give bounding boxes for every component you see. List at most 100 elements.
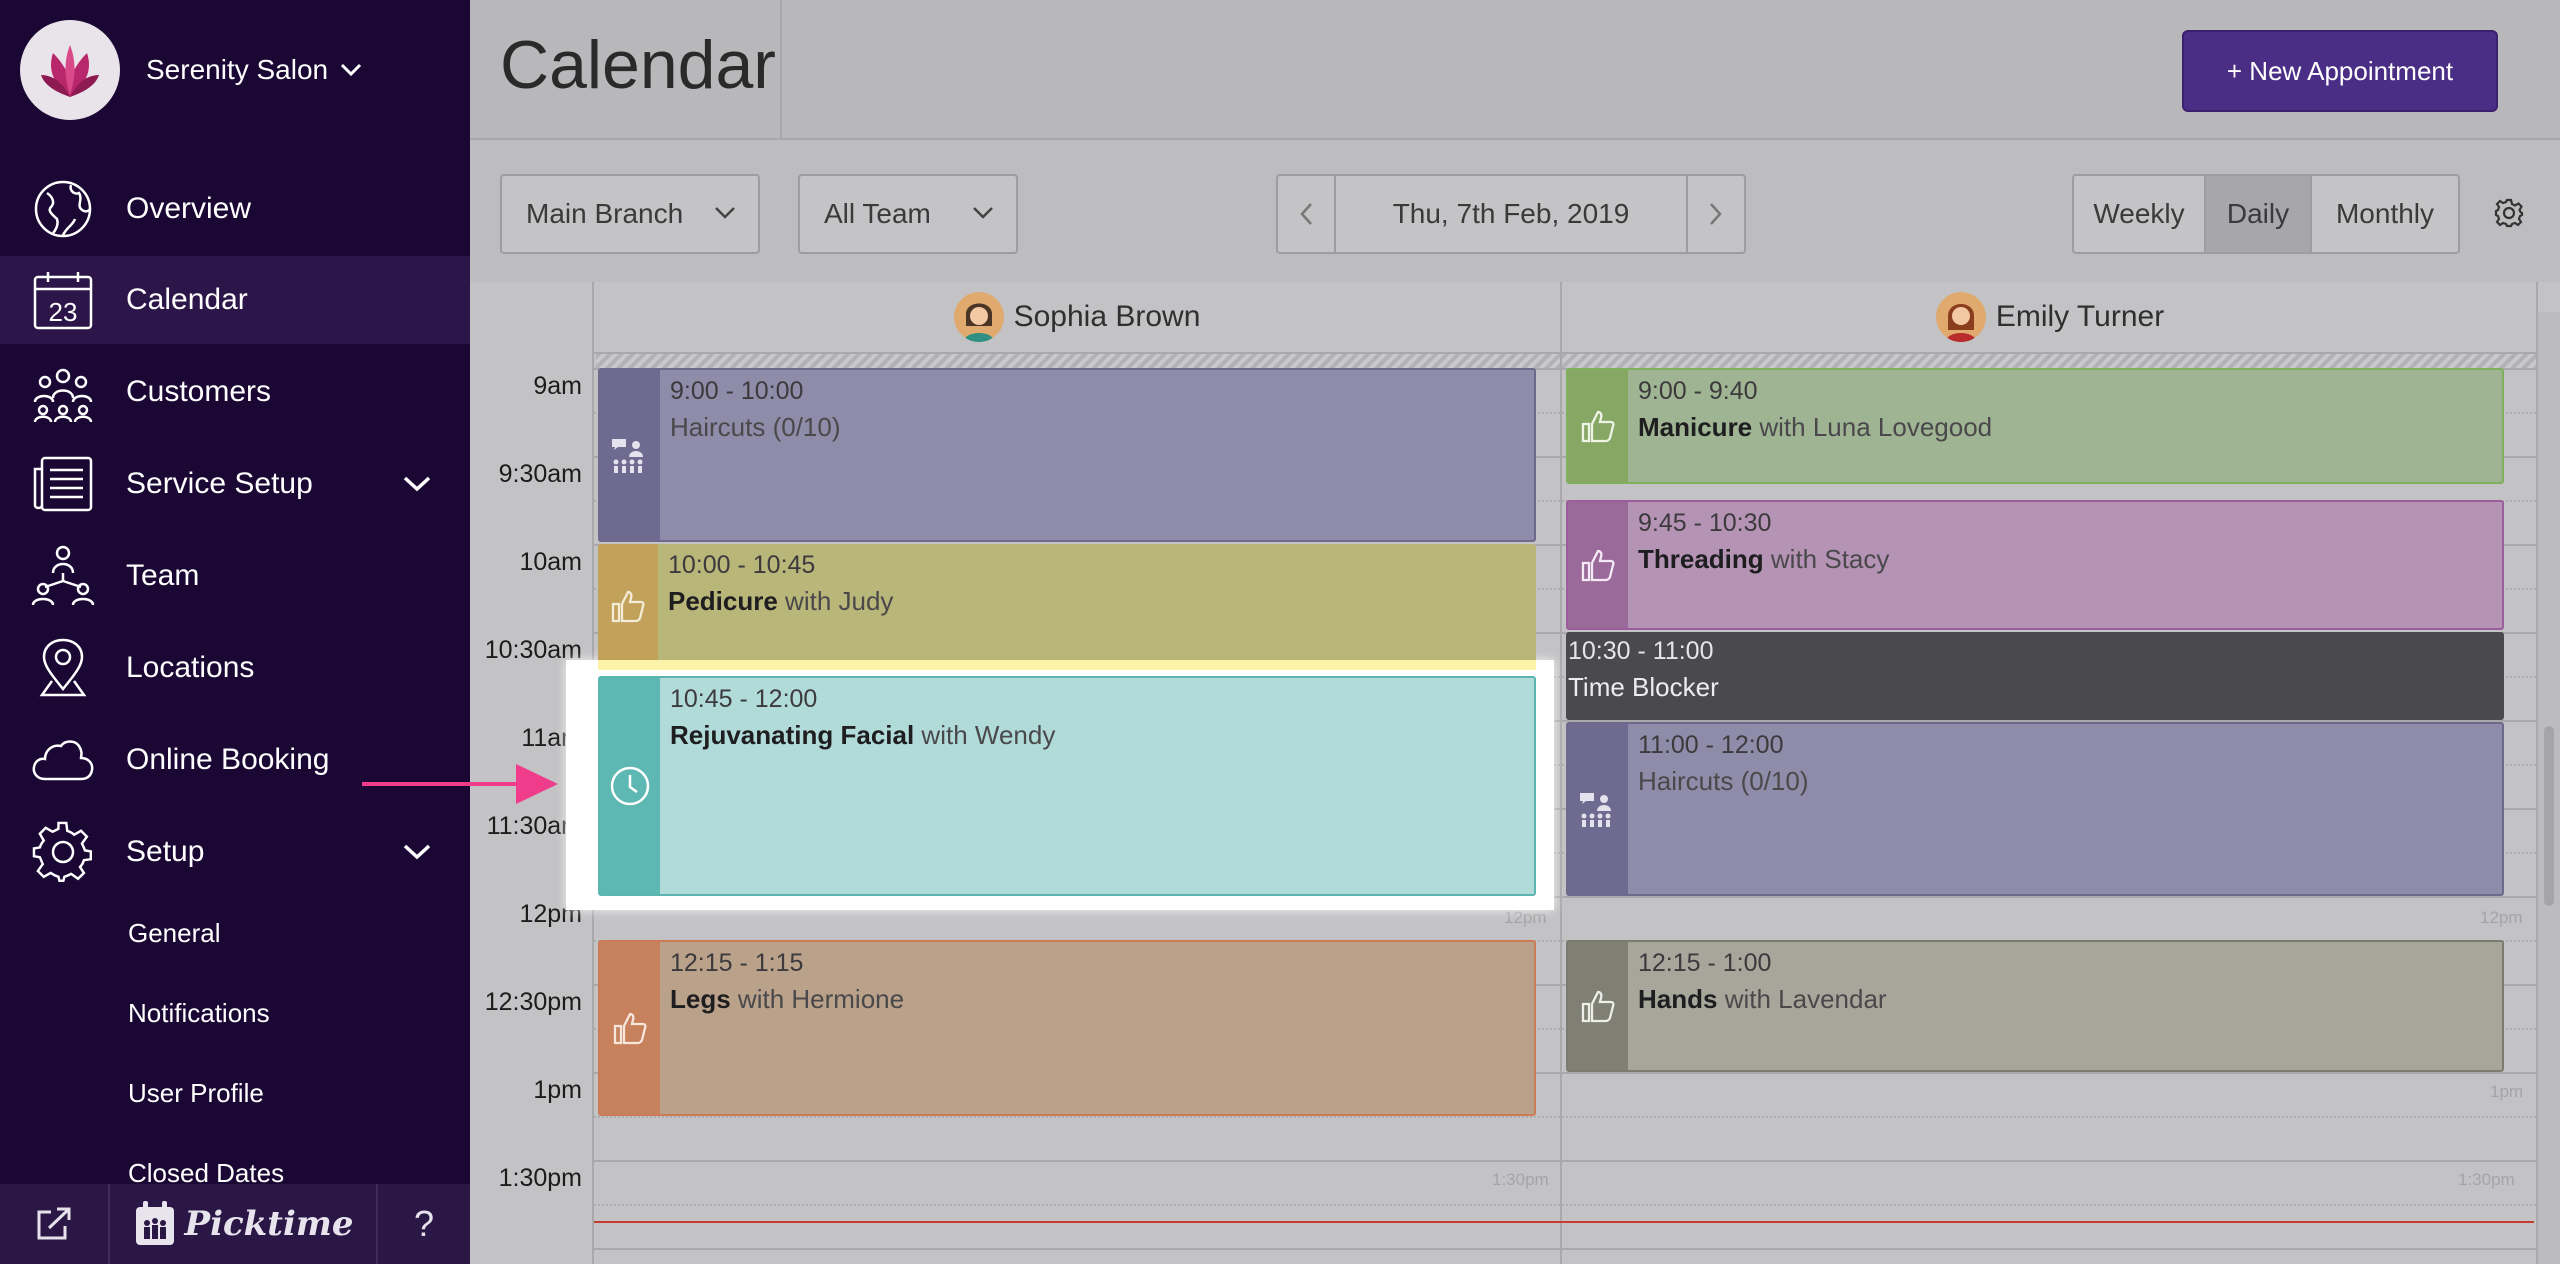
- thumbs-up-icon: [598, 544, 658, 668]
- sidebar-subitem-notifications[interactable]: Notifications: [128, 998, 270, 1029]
- ghost-time-label: 1:30pm: [2458, 1170, 2515, 1189]
- page-header: Calendar + New Appointment: [470, 0, 2560, 140]
- view-daily-button[interactable]: Daily: [2206, 176, 2312, 252]
- thumbs-up-icon: [1568, 370, 1628, 482]
- date-navigator: Thu, 7th Feb, 2019: [1276, 174, 1746, 254]
- team-select-value: All Team: [824, 198, 931, 229]
- ghost-time-label: 12pm: [2480, 908, 2523, 927]
- appointment-service: Rejuvanating Facial: [670, 720, 915, 750]
- scrollbar-thumb[interactable]: [2544, 726, 2554, 906]
- annotation-arrow-icon: [362, 764, 558, 804]
- view-weekly-button[interactable]: Weekly: [2074, 176, 2206, 252]
- appointment-title: Hands with Lavendar: [1638, 980, 2494, 1018]
- sidebar-item-label: Overview: [126, 192, 252, 225]
- appointment-service: Hands: [1638, 984, 1718, 1014]
- svg-text:23: 23: [49, 297, 78, 327]
- external-link-button[interactable]: [0, 1184, 110, 1264]
- hatched-area: [596, 354, 1560, 368]
- time-blocker[interactable]: 10:30 - 11:00 Time Blocker: [1566, 632, 2504, 720]
- grid-line: [594, 1160, 2560, 1162]
- next-day-button[interactable]: [1688, 176, 1744, 252]
- team-icon: [30, 543, 96, 609]
- gear-icon: [30, 819, 96, 885]
- sidebar-item-label: Locations: [126, 651, 255, 684]
- ghost-time-label: 1:30pm: [1492, 1170, 1549, 1189]
- appointment-time: 10:45 - 12:00: [670, 685, 818, 713]
- sidebar-item-customers[interactable]: Customers: [0, 348, 470, 436]
- avatar: [1935, 292, 1986, 342]
- ghost-time-label: 1pm: [2490, 1082, 2524, 1101]
- external-link-icon: [37, 1207, 71, 1240]
- appointment-card[interactable]: 9:45 - 10:30 Threading with Stacy: [1566, 500, 2504, 630]
- appointment-card[interactable]: 12:15 - 1:00 Hands with Lavendar: [1566, 940, 2504, 1072]
- chevron-down-icon: [715, 207, 735, 219]
- appointment-service: Threading: [1638, 544, 1764, 574]
- appointment-card[interactable]: 10:00 - 10:45 Pedicure with Judy: [598, 544, 1536, 668]
- time-label: 12:30pm: [484, 988, 582, 1016]
- staff-column-header[interactable]: Sophia Brown: [594, 282, 1560, 354]
- appointment-client: with Stacy: [1763, 544, 1890, 574]
- view-monthly-button[interactable]: Monthly: [2312, 176, 2458, 252]
- sidebar-subitem-user-profile[interactable]: User Profile: [128, 1078, 264, 1109]
- location-pin-icon: [30, 635, 96, 701]
- view-switcher: Weekly Daily Monthly: [2072, 174, 2460, 254]
- team-select[interactable]: All Team: [798, 174, 1018, 254]
- customers-icon: [30, 359, 96, 425]
- appointment-time: 10:30 - 11:00: [1568, 637, 1714, 665]
- appointment-client: with Luna Lovegood: [1752, 412, 1993, 442]
- settings-gear-icon[interactable]: [2494, 198, 2524, 228]
- divider: [780, 0, 782, 140]
- staff-column-header[interactable]: Emily Turner: [1562, 282, 2538, 354]
- prev-day-button[interactable]: [1278, 176, 1334, 252]
- chevron-down-icon: [973, 207, 993, 219]
- appointment-card[interactable]: 9:00 - 9:40 Manicure with Luna Lovegood: [1566, 368, 2504, 484]
- sidebar-item-label: Calendar: [126, 283, 248, 316]
- appointment-service: Legs: [670, 984, 731, 1014]
- appointment-service: Time Blocker: [1568, 672, 1719, 702]
- appointment-card[interactable]: 9:00 - 10:00 Haircuts (0/10): [598, 368, 1536, 542]
- branch-select[interactable]: Main Branch: [500, 174, 760, 254]
- ghost-time-label: 12pm: [1504, 908, 1547, 927]
- appointment-card[interactable]: 11:00 - 12:00 Haircuts (0/10): [1566, 722, 2504, 896]
- avatar: [953, 292, 1004, 342]
- branch-select-value: Main Branch: [526, 198, 684, 229]
- chevron-left-icon: [1300, 203, 1312, 225]
- sidebar-item-locations[interactable]: Locations: [0, 624, 470, 712]
- picktime-calendar-icon: [135, 1201, 174, 1245]
- chevron-down-icon: [341, 63, 362, 77]
- sidebar-item-team[interactable]: Team: [0, 532, 470, 620]
- chevron-down-icon: [403, 476, 431, 492]
- appointment-client: with Hermione: [730, 984, 905, 1014]
- chevron-down-icon: [403, 844, 431, 860]
- staff-name: Emily Turner: [1995, 300, 2165, 333]
- sidebar-item-label: Team: [126, 559, 200, 592]
- appointment-time: 10:00 - 10:45: [668, 551, 816, 579]
- group-class-icon: [1568, 724, 1628, 894]
- sidebar-item-service-setup[interactable]: Service Setup: [0, 440, 470, 528]
- overlap-indicator: [598, 660, 1536, 670]
- sidebar-item-setup[interactable]: Setup: [0, 808, 470, 896]
- sidebar-footer: Picktime ?: [0, 1184, 470, 1264]
- help-button[interactable]: ?: [378, 1184, 470, 1264]
- page-title: Calendar: [500, 27, 776, 103]
- sidebar-item-calendar[interactable]: 23 Calendar: [0, 256, 470, 344]
- salon-name: Serenity Salon: [146, 54, 329, 85]
- appointment-card[interactable]: 12:15 - 1:15 Legs with Hermione: [598, 940, 1536, 1116]
- list-icon: [30, 451, 96, 517]
- appointment-service: Haircuts (0/10): [1638, 766, 1809, 796]
- calendar-scrollbar[interactable]: [2538, 312, 2560, 1264]
- sidebar-item-overview[interactable]: Overview: [0, 165, 470, 253]
- group-class-icon: [600, 370, 660, 540]
- new-appointment-button[interactable]: + New Appointment: [2182, 30, 2498, 112]
- time-label: 9am: [533, 372, 582, 400]
- appointment-service: Haircuts (0/10): [670, 412, 841, 442]
- appointment-card[interactable]: 10:45 - 12:00 Rejuvanating Facial with W…: [598, 676, 1536, 896]
- salon-selector[interactable]: Serenity Salon: [0, 0, 470, 140]
- current-date[interactable]: Thu, 7th Feb, 2019: [1334, 176, 1688, 252]
- calendar-icon: 23: [30, 267, 96, 333]
- picktime-wordmark: Picktime: [184, 1204, 354, 1244]
- sidebar-subitem-general[interactable]: General: [128, 918, 221, 949]
- sidebar-item-label: Setup: [126, 835, 205, 868]
- time-label: 1:30pm: [498, 1164, 582, 1192]
- thumbs-up-icon: [1568, 502, 1628, 628]
